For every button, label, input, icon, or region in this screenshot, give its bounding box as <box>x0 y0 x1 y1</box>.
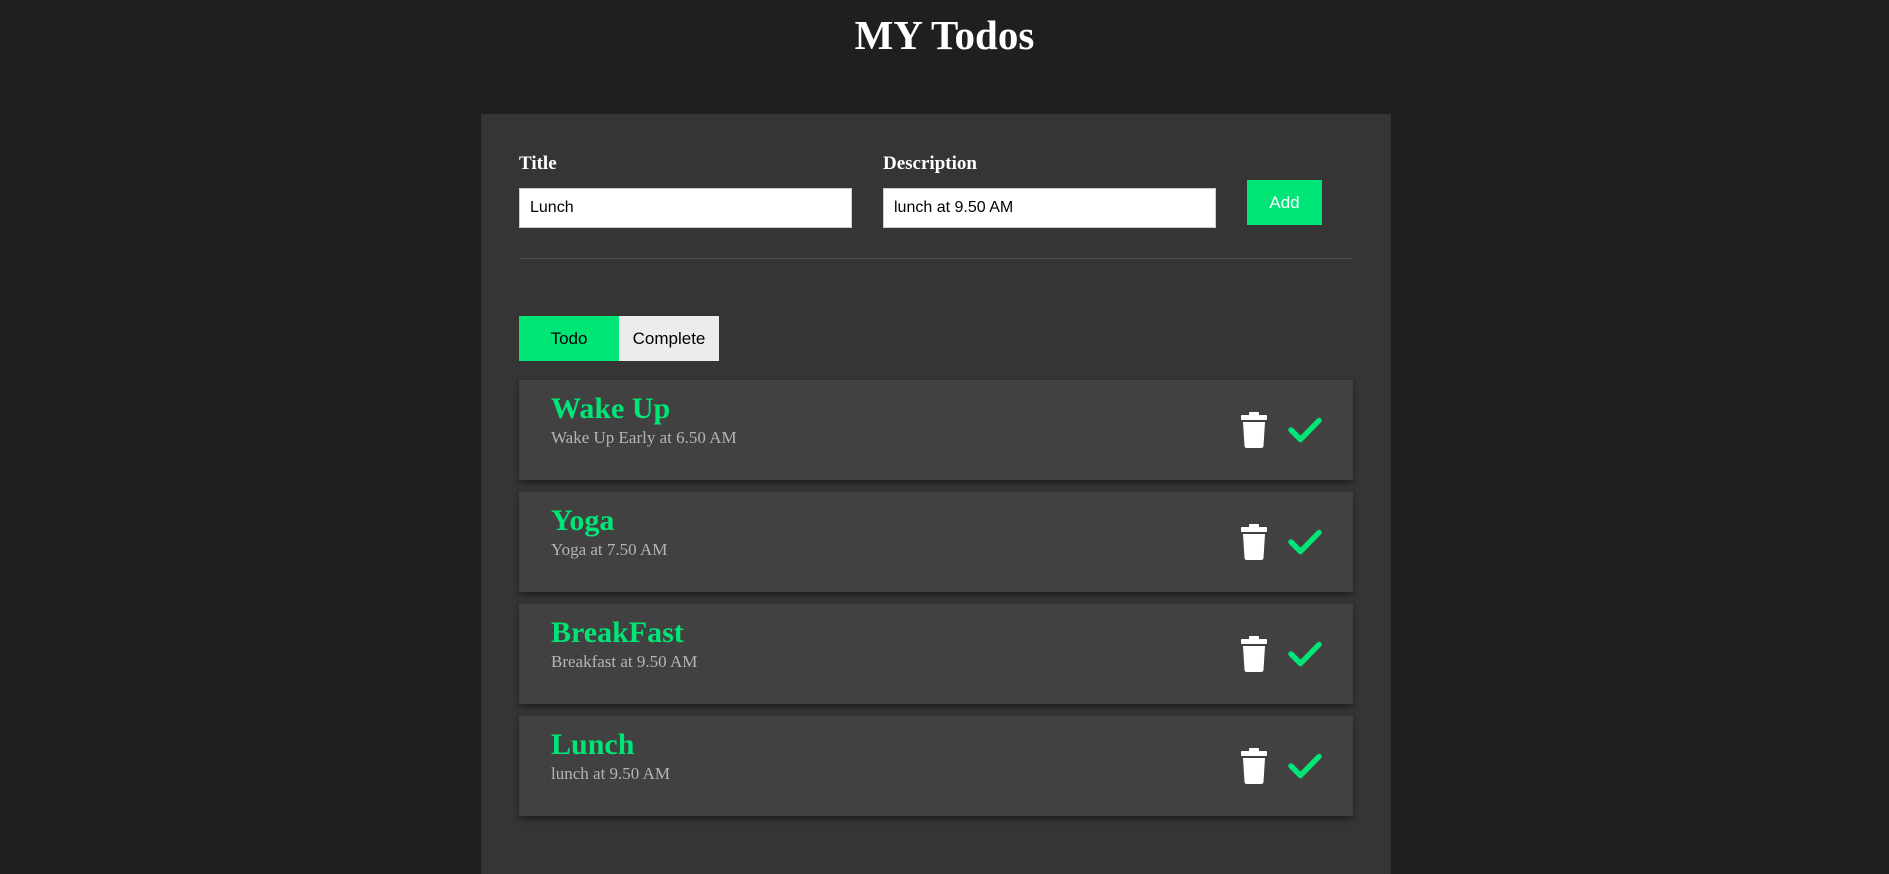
check-icon[interactable] <box>1287 522 1323 562</box>
title-label: Title <box>519 153 557 174</box>
todo-description: Wake Up Early at 6.50 AM <box>551 428 737 447</box>
check-icon[interactable] <box>1287 634 1323 674</box>
todo-description: Breakfast at 9.50 AM <box>551 652 698 671</box>
check-icon[interactable] <box>1287 410 1323 450</box>
trash-icon[interactable] <box>1236 522 1272 562</box>
tab-bar: Todo Complete <box>519 316 719 361</box>
todo-description: Yoga at 7.50 AM <box>551 540 668 559</box>
trash-icon[interactable] <box>1236 410 1272 450</box>
todo-item: Wake Up Wake Up Early at 6.50 AM <box>519 380 1353 480</box>
tab-complete[interactable]: Complete <box>619 316 719 361</box>
todo-item: Yoga Yoga at 7.50 AM <box>519 492 1353 592</box>
trash-icon[interactable] <box>1236 746 1272 786</box>
todo-title: BreakFast <box>551 616 684 649</box>
divider <box>519 258 1353 259</box>
tab-todo[interactable]: Todo <box>519 316 619 361</box>
todo-item: Lunch lunch at 9.50 AM <box>519 716 1353 816</box>
description-label: Description <box>883 153 977 174</box>
add-button[interactable]: Add <box>1247 180 1322 225</box>
todo-title: Yoga <box>551 504 615 537</box>
todo-list: Wake Up Wake Up Early at 6.50 AM Yoga Yo… <box>519 380 1353 828</box>
todo-item: BreakFast Breakfast at 9.50 AM <box>519 604 1353 704</box>
title-input[interactable] <box>519 188 852 228</box>
check-icon[interactable] <box>1287 746 1323 786</box>
page-title: MY Todos <box>854 12 1035 58</box>
todo-title: Lunch <box>551 728 635 761</box>
trash-icon[interactable] <box>1236 634 1272 674</box>
description-input[interactable] <box>883 188 1216 228</box>
todo-panel: Title Description Add Todo Complete Wake… <box>481 114 1391 874</box>
todo-title: Wake Up <box>551 392 671 425</box>
todo-description: lunch at 9.50 AM <box>551 764 670 783</box>
